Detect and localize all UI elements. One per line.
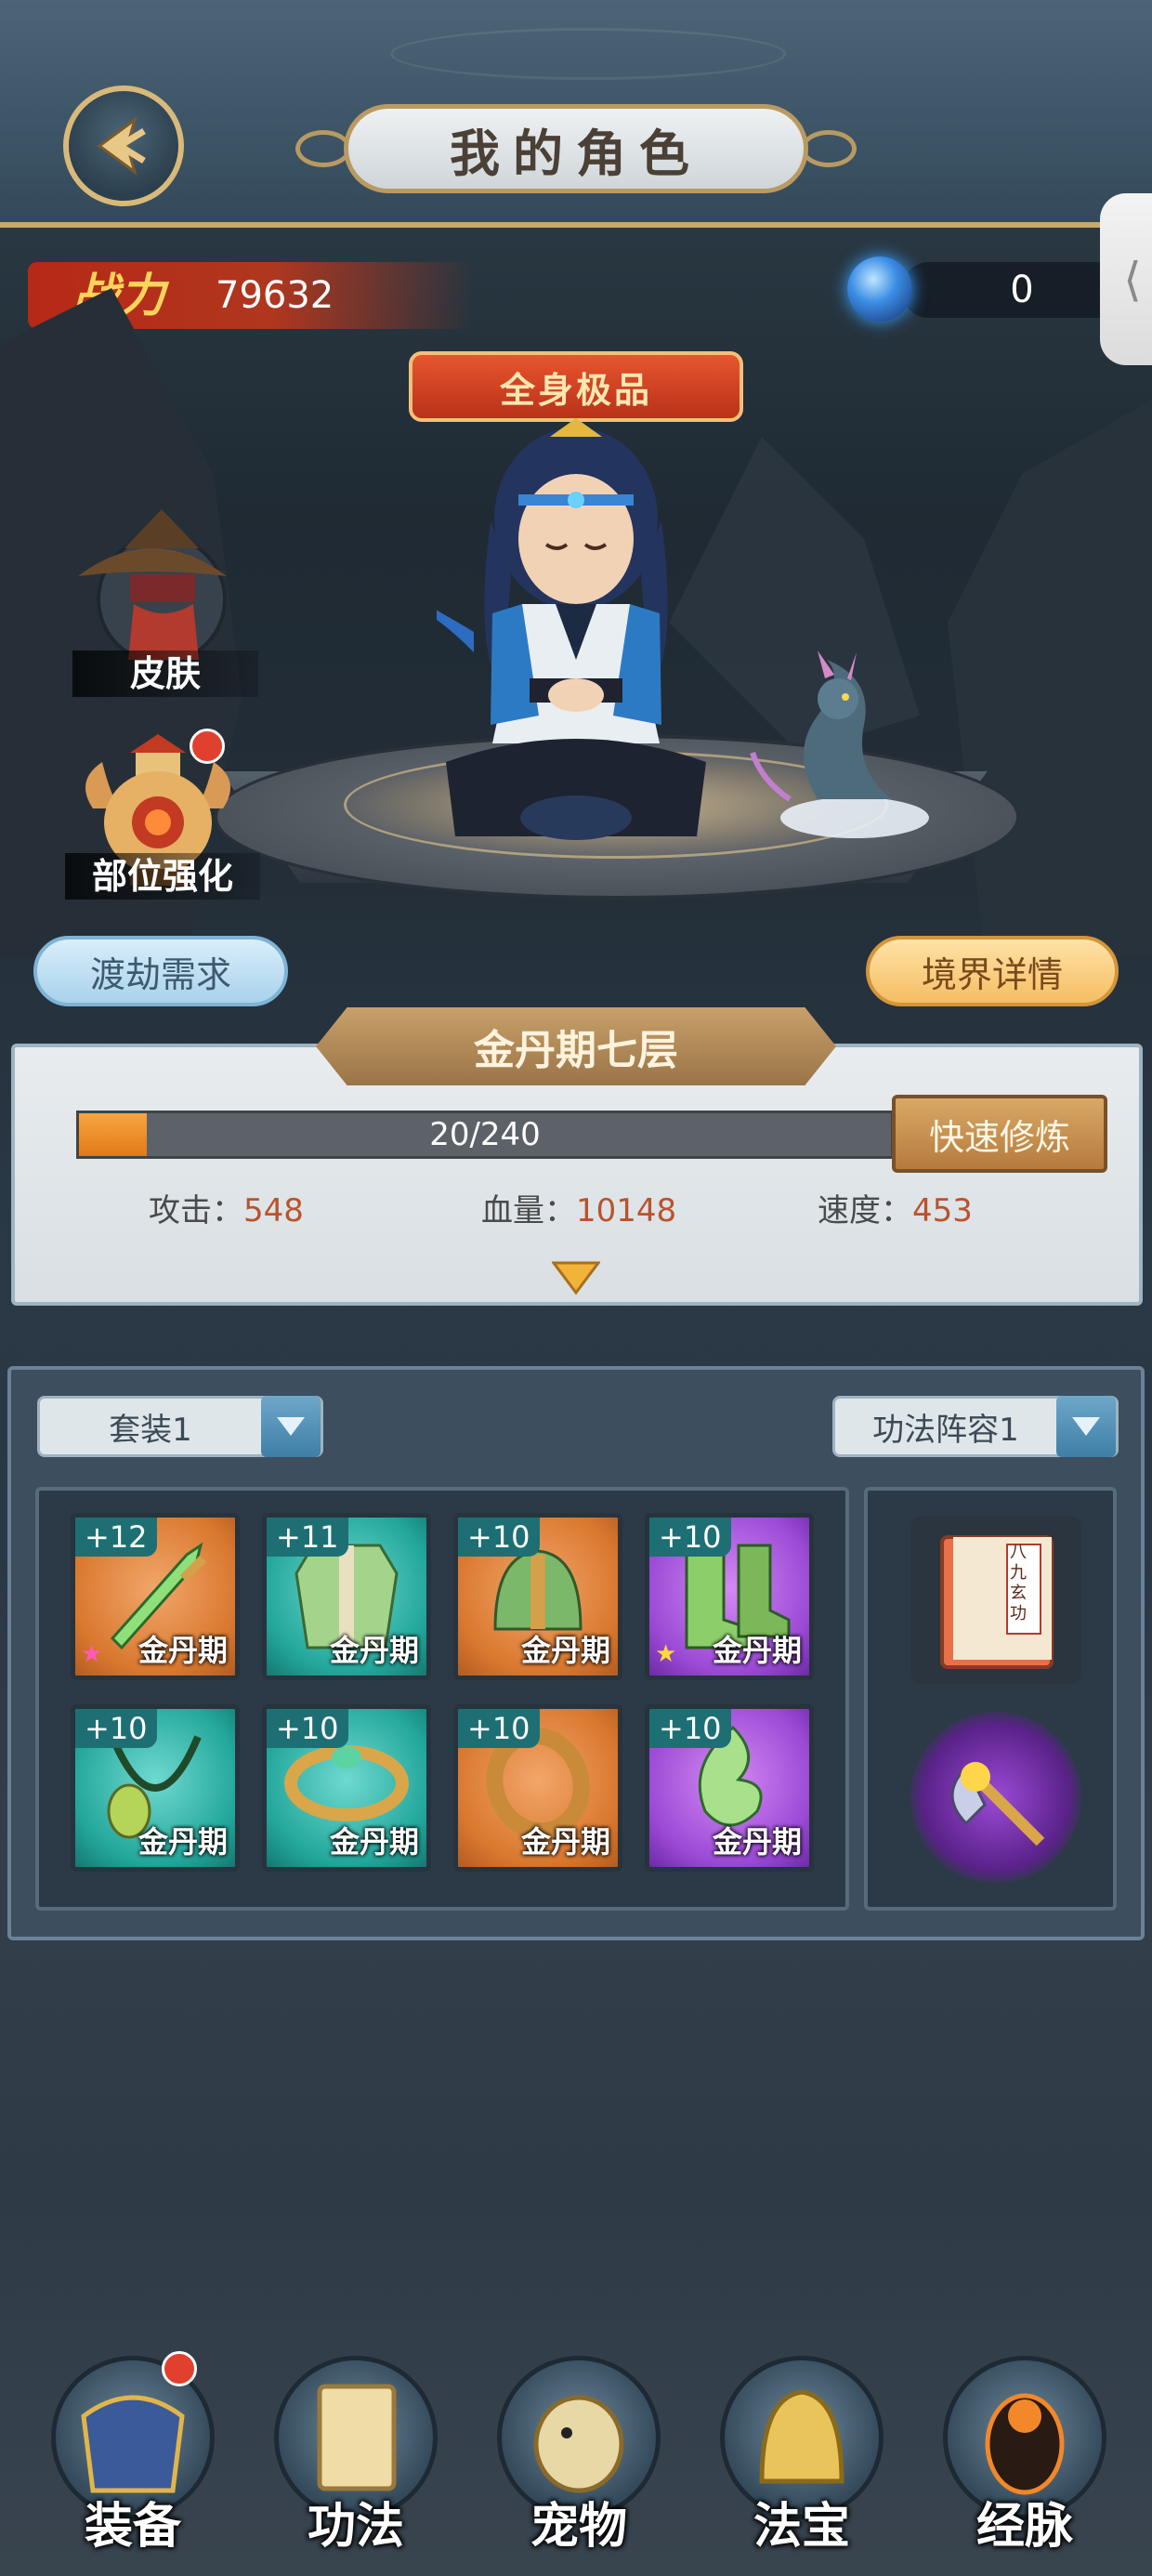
stat-hp-label: 血量：	[481, 1192, 576, 1229]
part-enhance-notification-dot	[190, 729, 225, 764]
equipment-realm: 金丹期	[329, 1633, 419, 1668]
equipment-slot-necklace[interactable]: +10 金丹期	[71, 1704, 240, 1872]
dropdown-arrow[interactable]	[261, 1396, 321, 1457]
stat-speed-label: 速度：	[818, 1192, 912, 1229]
star-icon: ★	[81, 1640, 103, 1668]
skill-book-title: 八九玄功	[1010, 1543, 1027, 1623]
stat-hp-value: 10148	[576, 1192, 677, 1229]
dropdown-arrow[interactable]	[1056, 1396, 1116, 1457]
expand-down-arrow-icon[interactable]	[552, 1259, 600, 1296]
realm-level-title: 金丹期七层	[316, 1007, 836, 1085]
enhance-level: +11	[267, 1518, 348, 1557]
star-icon: ★	[655, 1640, 677, 1668]
nav-meridians-label[interactable]: 经脉	[932, 2487, 1118, 2556]
nav-equipment-notification-dot	[162, 2351, 197, 2386]
quick-cultivate-button[interactable]: 快速修炼	[892, 1095, 1107, 1173]
nav-skills-label[interactable]: 功法	[263, 2487, 449, 2556]
equipment-realm: 金丹期	[137, 1824, 228, 1860]
stat-attack-value: 548	[243, 1192, 304, 1229]
equipment-realm: 金丹期	[329, 1824, 419, 1860]
stat-speed: 速度：453	[818, 1185, 973, 1230]
equipment-realm: 金丹期	[520, 1824, 610, 1860]
skill-set-dropdown[interactable]: 功法阵容1	[832, 1396, 1119, 1457]
stat-attack: 攻击：548	[149, 1185, 304, 1230]
hero-character[interactable]	[437, 409, 715, 855]
equipment-set-value: 套装1	[109, 1411, 192, 1449]
chevron-down-icon	[1072, 1417, 1100, 1436]
stat-speed-value: 453	[912, 1192, 973, 1229]
tribulation-requirements-button[interactable]: 渡劫需求	[33, 936, 288, 1006]
stat-hp: 血量：10148	[481, 1185, 676, 1230]
skin-label[interactable]: 皮肤	[72, 651, 258, 697]
enhance-level: +10	[649, 1518, 731, 1557]
realm-details-button[interactable]: 境界详情	[866, 936, 1119, 1006]
enhance-level: +12	[75, 1518, 157, 1557]
stat-attack-label: 攻击：	[149, 1192, 243, 1229]
equipment-slot-pendant[interactable]: +10 金丹期	[645, 1704, 814, 1872]
enhance-level: +10	[267, 1709, 348, 1748]
page-title: 我的角色	[344, 104, 808, 193]
skill-book-icon	[940, 1535, 1054, 1669]
nav-pets-label[interactable]: 宠物	[486, 2487, 672, 2556]
nav-equipment-label[interactable]: 装备	[40, 2487, 226, 2556]
part-enhance-label[interactable]: 部位强化	[65, 853, 260, 900]
treasure-weapon-slot[interactable]	[910, 1712, 1081, 1883]
equipment-realm: 金丹期	[137, 1633, 228, 1668]
equipment-slot-ring[interactable]: +10 金丹期	[453, 1704, 622, 1872]
equipment-slot-weapon[interactable]: +12 ★ 金丹期	[71, 1513, 240, 1680]
equipment-slot-armor[interactable]: +11 金丹期	[262, 1513, 431, 1680]
enhance-level: +10	[458, 1709, 540, 1748]
enhance-level: +10	[649, 1709, 731, 1748]
equipment-slot-helmet[interactable]: +10 金丹期	[453, 1513, 622, 1680]
skin-hat-icon[interactable]	[59, 502, 236, 669]
title-left-ornament	[295, 130, 351, 167]
equipment-slot-boots[interactable]: +10 ★ 金丹期	[645, 1513, 814, 1680]
treasure-axe-icon	[950, 1762, 1045, 1847]
equipment-slot-bracelet[interactable]: +10 金丹期	[262, 1704, 431, 1872]
enhance-level: +10	[458, 1518, 540, 1557]
chevron-down-icon	[277, 1417, 305, 1436]
cultivation-progress-text: 20/240	[429, 1116, 541, 1153]
skill-book-slot[interactable]	[910, 1517, 1081, 1684]
header-cloud-decoration	[390, 28, 786, 80]
back-arrow-icon	[97, 116, 146, 176]
nav-treasures-label[interactable]: 法宝	[709, 2487, 895, 2556]
back-button[interactable]	[63, 85, 184, 206]
pet-dragon[interactable]	[734, 641, 938, 846]
equipment-set-dropdown[interactable]: 套装1	[37, 1396, 323, 1457]
equipment-realm: 金丹期	[712, 1633, 802, 1668]
equipment-realm: 金丹期	[520, 1633, 610, 1668]
title-right-ornament	[801, 130, 857, 167]
equipment-realm: 金丹期	[712, 1824, 802, 1860]
skill-set-value: 功法阵容1	[872, 1411, 1019, 1449]
enhance-level: +10	[75, 1709, 157, 1748]
